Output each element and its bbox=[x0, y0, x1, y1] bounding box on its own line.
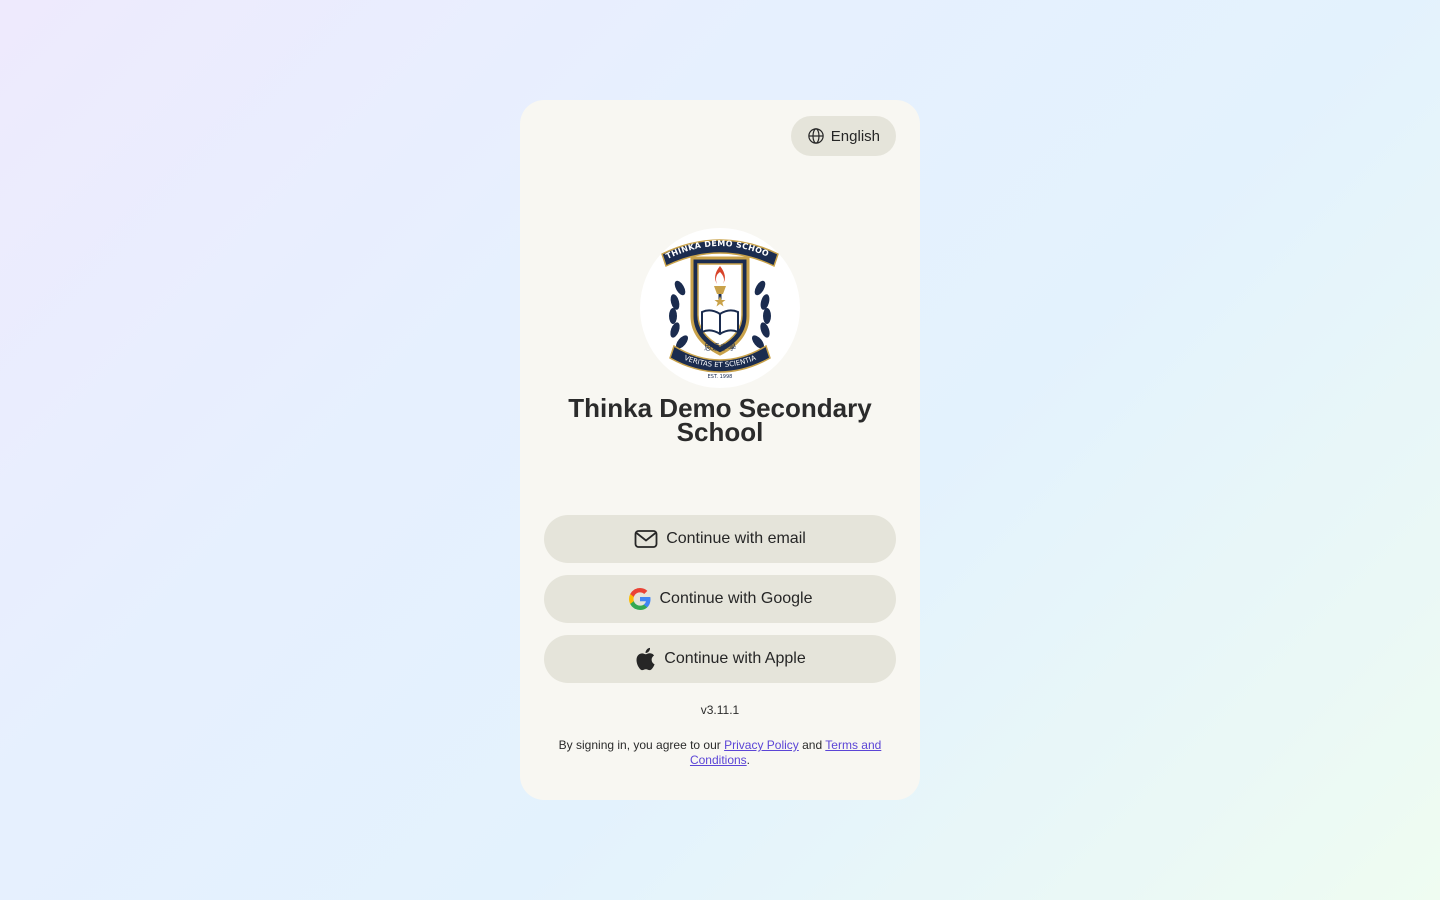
logo-established-text: EST. 1998 bbox=[708, 374, 733, 380]
continue-with-apple-button[interactable]: Continue with Apple bbox=[544, 635, 896, 683]
privacy-policy-link[interactable]: Privacy Policy bbox=[724, 738, 799, 752]
language-selector[interactable]: English bbox=[790, 116, 896, 156]
apple-button-label: Continue with Apple bbox=[664, 650, 806, 667]
legal-notice: By signing in, you agree to our Privacy … bbox=[544, 738, 896, 768]
apple-icon bbox=[634, 647, 656, 671]
logo-chinese-text: 思達中學 bbox=[704, 342, 736, 352]
continue-with-google-button[interactable]: Continue with Google bbox=[544, 575, 896, 623]
language-label: English bbox=[830, 127, 880, 145]
school-name: Thinka Demo Secondary School bbox=[568, 393, 872, 447]
legal-prefix: By signing in, you agree to our bbox=[558, 738, 725, 752]
google-button-label: Continue with Google bbox=[659, 590, 813, 607]
legal-middle: and bbox=[798, 738, 826, 752]
email-button-label: Continue with email bbox=[666, 530, 806, 547]
app-version: v3.11.1 bbox=[700, 703, 740, 717]
login-card: English THINKA DEMO SCHOO 思達中學 VERITAS E… bbox=[520, 100, 920, 800]
google-icon bbox=[628, 587, 652, 611]
school-logo: THINKA DEMO SCHOOL 思達中學 VERITAS ET SCIEN… bbox=[640, 228, 800, 388]
continue-with-email-button[interactable]: Continue with email bbox=[544, 515, 896, 563]
legal-suffix: . bbox=[746, 753, 751, 767]
globe-icon bbox=[807, 127, 825, 145]
mail-icon bbox=[634, 529, 658, 549]
